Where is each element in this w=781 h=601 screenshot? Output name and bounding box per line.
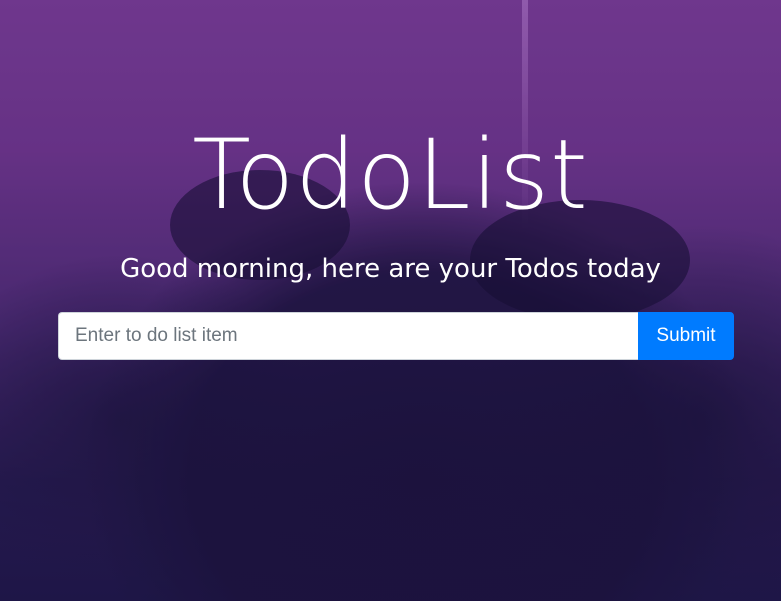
todo-input[interactable] xyxy=(58,312,638,360)
hero-content: TodoList Good morning, here are your Tod… xyxy=(0,0,781,601)
todo-form: Submit xyxy=(58,312,734,360)
submit-button[interactable]: Submit xyxy=(638,312,734,360)
hero-section: TodoList Good morning, here are your Tod… xyxy=(0,0,781,601)
page-title: TodoList xyxy=(192,119,589,231)
page-subtitle: Good morning, here are your Todos today xyxy=(120,254,661,284)
